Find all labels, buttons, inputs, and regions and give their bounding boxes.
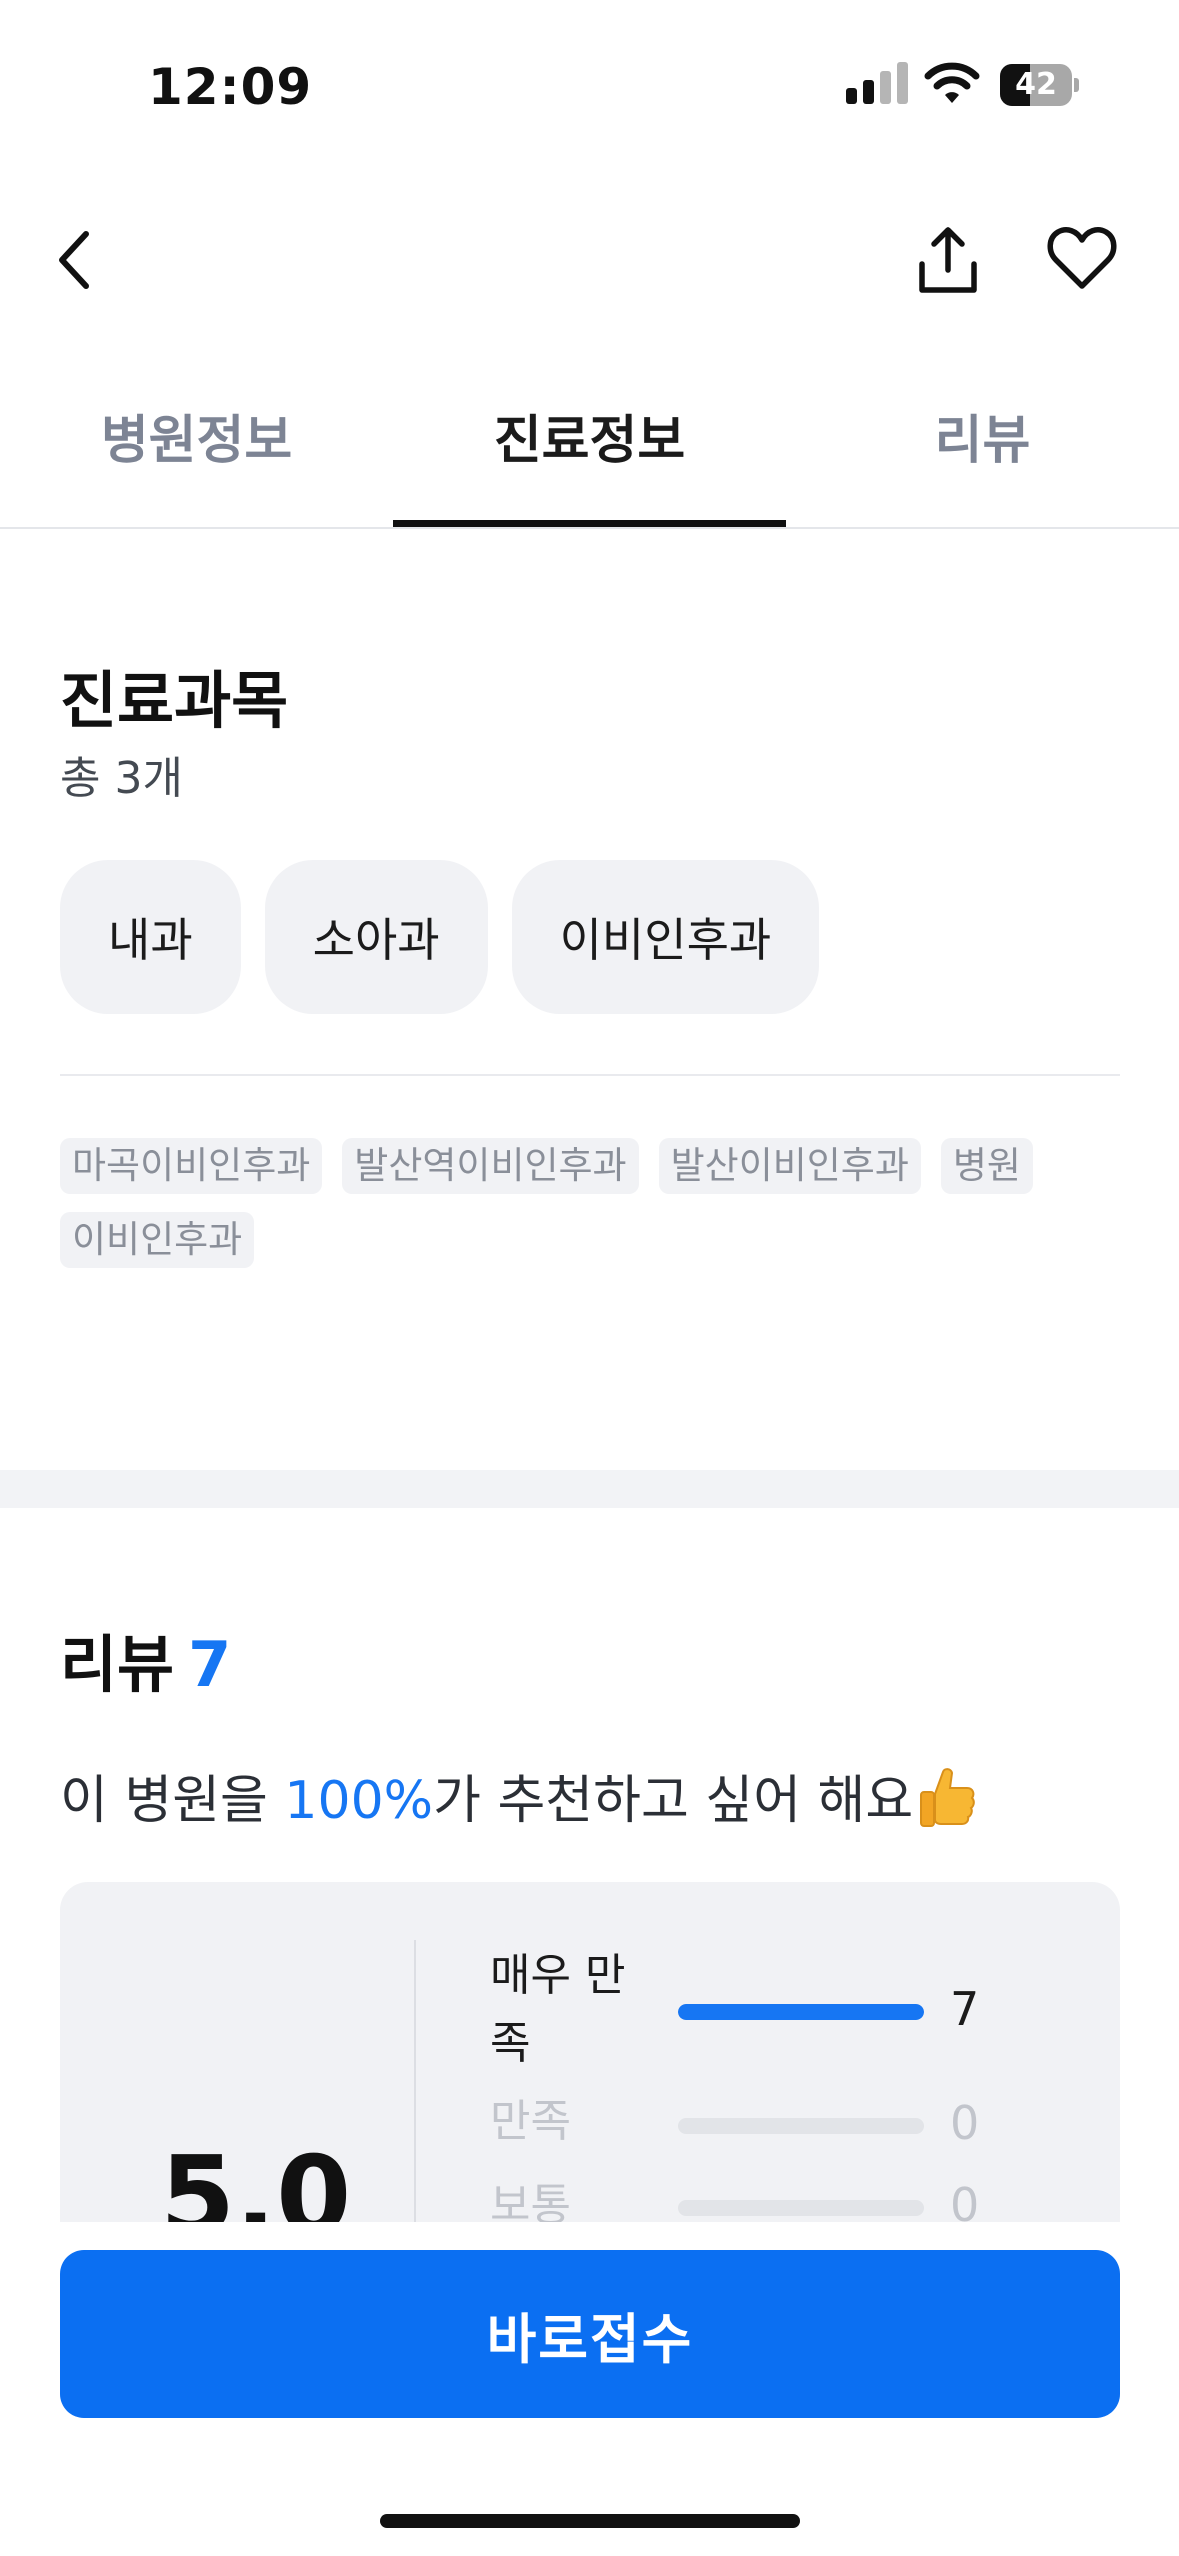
tab-reviews[interactable]: 리뷰 [786,398,1179,473]
chevron-left-icon[interactable] [52,228,96,292]
wifi-icon [924,62,980,103]
active-tab-indicator [393,520,786,527]
recommend-prefix: 이 병원을 [60,1771,285,1831]
recommend-suffix: 가 추천하고 싶어 해요 [433,1771,914,1831]
recommend-percent: 100% [284,1771,434,1831]
status-time: 12:09 [148,58,313,116]
rating-summary-card: 5.0 매우 만족 7 만족 0 보통 0 [60,1882,1120,2222]
reviews-count: 7 [188,1628,232,1701]
keyword-tag[interactable]: 병원 [940,1138,1033,1194]
section-separator [0,1470,1179,1508]
rating-bar-satisfied [678,2118,924,2134]
recommend-text: 이 병원을 100%가 추천하고 싶어 해요 [60,1758,979,1833]
battery-icon: 42 [1000,64,1079,106]
keyword-tag[interactable]: 마곡이비인후과 [60,1138,323,1194]
heart-icon[interactable] [1046,226,1118,292]
keyword-tag[interactable]: 이비인후과 [60,1212,255,1268]
tab-treatment-info[interactable]: 진료정보 [393,398,786,473]
rating-count-very-satisfied: 7 [950,1982,980,2036]
keyword-tags: 마곡이비인후과 발산역이비인후과 발산이비인후과 병원 이비인후과 [60,1138,1060,1268]
departments-count: 총 3개 [60,753,183,804]
rating-bar-fill [678,2004,924,2020]
divider [60,1074,1120,1076]
rating-label-satisfied: 만족 [490,2096,571,2147]
quick-reception-button[interactable]: 바로접수 [60,2250,1120,2418]
reviews-title: 리뷰 7 [60,1614,231,1704]
keyword-tag[interactable]: 발산이비인후과 [658,1138,921,1194]
tabs-divider [0,527,1179,529]
rating-label-very-satisfied: 매우 만족 [490,1950,626,2069]
rating-divider [414,1940,416,2222]
departments-title: 진료과목 [60,664,289,737]
rating-count-satisfied: 0 [950,2096,980,2150]
rating-label-neutral: 보통 [490,2180,571,2222]
department-chips: 내과 소아과 이비인후과 [60,860,820,1014]
rating-count-neutral: 0 [950,2178,980,2222]
rating-bar-neutral [678,2200,924,2216]
keyword-tag[interactable]: 발산역이비인후과 [342,1138,639,1194]
share-icon[interactable] [912,222,984,298]
tab-hospital-info[interactable]: 병원정보 [0,398,393,473]
department-chip[interactable]: 이비인후과 [511,860,820,1014]
rating-bar-very-satisfied [678,2004,924,2020]
department-chip[interactable]: 소아과 [264,860,488,1014]
department-chip[interactable]: 내과 [60,860,241,1014]
cellular-signal-icon [846,62,908,104]
reviews-title-label: 리뷰 [60,1628,175,1701]
thumbs-up-icon [920,1768,976,1827]
average-score: 5.0 [160,2134,352,2222]
home-indicator [380,2514,800,2528]
battery-level: 42 [1015,67,1057,102]
